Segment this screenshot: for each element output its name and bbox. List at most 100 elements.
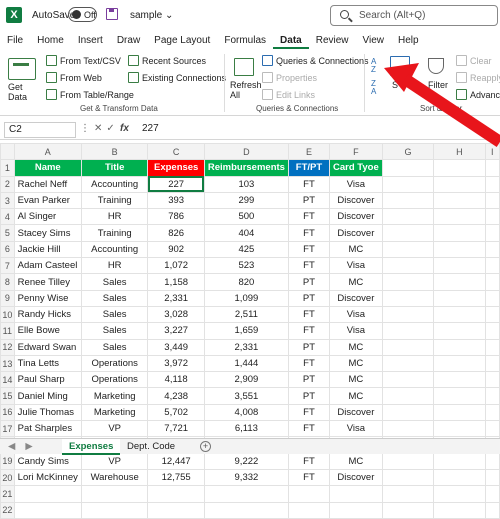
add-sheet-icon[interactable]: + (200, 441, 211, 452)
cell-ft-pt[interactable]: PT (287, 371, 331, 389)
empty-cell[interactable] (329, 501, 383, 519)
cell-reimbursements[interactable]: 2,331 (203, 338, 289, 356)
empty-cell[interactable] (484, 468, 500, 487)
cell-card-type[interactable]: Discover (329, 403, 383, 422)
cell-expenses[interactable]: 393 (147, 191, 205, 210)
empty-cell[interactable] (13, 501, 82, 519)
cell-card-type[interactable]: MC (329, 452, 383, 470)
next-sheet-icon[interactable]: ▶ (25, 441, 42, 452)
cell-name[interactable]: Tina Letts (13, 354, 82, 373)
empty-cell[interactable] (484, 354, 500, 373)
row-number[interactable]: 20 (0, 468, 15, 487)
cell-name[interactable]: Stacey Sims (13, 224, 82, 242)
cell-name[interactable]: Daniel Ming (13, 387, 82, 405)
empty-cell[interactable] (433, 191, 486, 210)
cell-card-type[interactable]: Visa (329, 175, 383, 193)
cell-card-type[interactable]: MC (329, 240, 383, 259)
row-number[interactable]: 7 (0, 257, 15, 275)
header-cell-reimbursements[interactable]: Reimbursements (203, 159, 289, 177)
empty-cell[interactable] (484, 420, 500, 438)
empty-cell[interactable] (433, 305, 486, 324)
cell-reimbursements[interactable]: 500 (203, 208, 289, 226)
cell-reimbursements[interactable]: 299 (203, 191, 289, 210)
empty-cell[interactable] (287, 485, 331, 503)
empty-cell[interactable] (381, 208, 435, 226)
empty-cell[interactable] (203, 501, 289, 519)
empty-cell[interactable] (13, 485, 82, 503)
tab-file[interactable]: File (0, 33, 30, 49)
edit-links-button[interactable]: Edit Links (262, 89, 315, 100)
header-cell-ft-pt[interactable]: FT/PT (287, 159, 331, 177)
row-number[interactable]: 2 (0, 175, 15, 193)
cell-name[interactable]: Julie Thomas (13, 403, 82, 422)
cell-title[interactable]: Warehouse (80, 468, 149, 487)
empty-cell[interactable] (433, 403, 486, 422)
empty-cell[interactable] (484, 191, 500, 210)
save-icon[interactable] (106, 8, 118, 20)
cell-name[interactable]: Candy Sims (13, 452, 82, 470)
empty-cell[interactable] (381, 485, 435, 503)
cell-card-type[interactable]: Discover (329, 208, 383, 226)
empty-cell[interactable] (484, 159, 500, 177)
row-number[interactable]: 22 (0, 501, 15, 519)
cell-title[interactable]: Training (80, 191, 149, 210)
tab-data[interactable]: Data (273, 33, 309, 49)
empty-cell[interactable] (381, 159, 435, 177)
empty-cell[interactable] (381, 452, 435, 470)
cell-card-type[interactable]: MC (329, 338, 383, 356)
cell-reimbursements[interactable]: 1,099 (203, 289, 289, 307)
empty-cell[interactable] (381, 305, 435, 324)
cell-name[interactable]: Evan Parker (13, 191, 82, 210)
empty-cell[interactable] (484, 224, 500, 242)
tab-insert[interactable]: Insert (71, 33, 110, 49)
prev-sheet-icon[interactable]: ◀ (8, 441, 25, 452)
row-number[interactable]: 14 (0, 371, 15, 389)
cell-reimbursements[interactable]: 4,008 (203, 403, 289, 422)
cell-reimbursements[interactable]: 103 (203, 175, 289, 193)
cell-name[interactable]: Pat Sharples (13, 420, 82, 438)
empty-cell[interactable] (433, 273, 486, 291)
cell-reimbursements[interactable]: 6,113 (203, 420, 289, 438)
filter-button[interactable]: Filter (428, 80, 448, 90)
cell-title[interactable]: Accounting (80, 240, 149, 259)
empty-cell[interactable] (433, 338, 486, 356)
cell-reimbursements[interactable]: 9,332 (203, 468, 289, 487)
empty-cell[interactable] (381, 289, 435, 307)
cell-name[interactable]: Penny Wise (13, 289, 82, 307)
cell-title[interactable]: Marketing (80, 403, 149, 422)
cell-title[interactable]: HR (80, 257, 149, 275)
empty-cell[interactable] (433, 371, 486, 389)
cell-expenses[interactable]: 3,972 (147, 354, 205, 373)
row-number[interactable]: 3 (0, 191, 15, 210)
cell-expenses[interactable]: 1,072 (147, 257, 205, 275)
row-number[interactable]: 15 (0, 387, 15, 405)
cell-title[interactable]: Operations (80, 354, 149, 373)
cell-ft-pt[interactable]: FT (287, 452, 331, 470)
cell-expenses[interactable]: 12,447 (147, 452, 205, 470)
cell-card-type[interactable]: Visa (329, 420, 383, 438)
tab-draw[interactable]: Draw (110, 33, 147, 49)
cell-ft-pt[interactable]: PT (287, 338, 331, 356)
column-header[interactable]: D (203, 142, 289, 161)
queries-connections-button[interactable]: Queries & Connections (262, 55, 369, 66)
empty-cell[interactable] (381, 468, 435, 487)
column-header[interactable]: G (381, 142, 435, 161)
cell-title[interactable]: Sales (80, 289, 149, 307)
cell-title[interactable]: Marketing (80, 387, 149, 405)
empty-cell[interactable] (484, 485, 500, 503)
cell-title[interactable]: Sales (80, 322, 149, 340)
sort-dialog-icon[interactable] (390, 56, 410, 76)
cell-card-type[interactable]: MC (329, 387, 383, 405)
empty-cell[interactable] (147, 501, 205, 519)
cell-expenses[interactable]: 3,028 (147, 305, 205, 324)
empty-cell[interactable] (433, 240, 486, 259)
empty-cell[interactable] (433, 224, 486, 242)
sort-a-to-z-button[interactable]: A Z (371, 58, 379, 74)
empty-cell[interactable] (433, 452, 486, 470)
sheet-tab-expenses[interactable]: Expenses (62, 439, 121, 455)
tab-home[interactable]: Home (30, 33, 71, 49)
empty-cell[interactable] (381, 191, 435, 210)
from-table-range-button[interactable]: From Table/Range (46, 89, 134, 100)
cell-reimbursements[interactable]: 820 (203, 273, 289, 291)
empty-cell[interactable] (484, 452, 500, 470)
